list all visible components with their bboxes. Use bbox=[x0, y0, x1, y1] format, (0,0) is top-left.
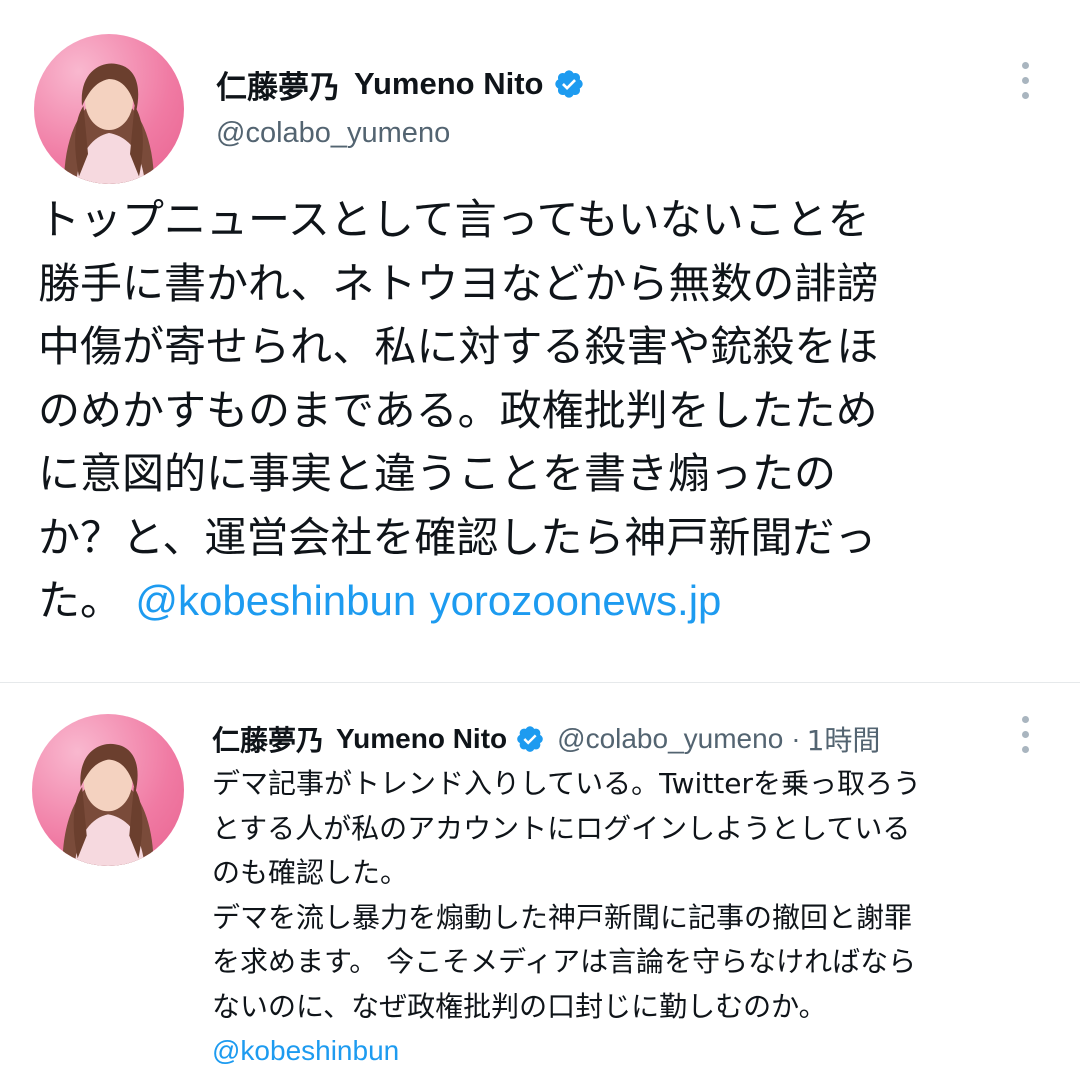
tweet-body-text: デマ記事がトレンド入りしている。Twitterを乗っ取ろう とする人が私のアカウ… bbox=[212, 767, 922, 1023]
author-handle[interactable]: @colabo_yumeno bbox=[216, 117, 450, 150]
author-name-en[interactable]: Yumeno Nito bbox=[336, 723, 507, 755]
more-options-icon[interactable] bbox=[1020, 716, 1030, 753]
avatar[interactable] bbox=[32, 714, 184, 866]
divider bbox=[0, 682, 1080, 683]
author-name-en: Yumeno Nito bbox=[354, 66, 544, 101]
verified-badge-icon bbox=[553, 68, 585, 100]
author-handle[interactable]: @colabo_yumeno bbox=[557, 723, 783, 755]
time-separator: · bbox=[791, 723, 801, 754]
tweet-body: デマ記事がトレンド入りしている。Twitterを乗っ取ろう とする人が私のアカウ… bbox=[212, 762, 1062, 1074]
author-name-ja[interactable]: 仁藤夢乃 bbox=[212, 719, 324, 759]
timestamp[interactable]: 1時間 bbox=[807, 719, 881, 759]
tweet-body-text: トップニュースとして言ってもいないことを 勝手に書かれ、ネトウヨなどから無数の誹… bbox=[38, 195, 879, 625]
avatar[interactable] bbox=[34, 34, 184, 184]
article-link[interactable]: yorozoonews.jp bbox=[430, 577, 722, 624]
more-options-icon[interactable] bbox=[1020, 62, 1030, 99]
author-name-ja: 仁藤夢乃 bbox=[216, 69, 340, 106]
author-name[interactable]: 仁藤夢乃 Yumeno Nito bbox=[216, 62, 585, 106]
verified-badge-icon bbox=[515, 724, 545, 754]
mention-link[interactable]: @kobeshinbun bbox=[212, 1035, 399, 1066]
profile-photo-icon bbox=[62, 743, 154, 866]
reply-header: 仁藤夢乃 Yumeno Nito @colabo_yumeno · 1時間 bbox=[212, 718, 880, 760]
mention-link[interactable]: @kobeshinbun bbox=[135, 577, 416, 624]
tweet-body: トップニュースとして言ってもいないことを 勝手に書かれ、ネトウヨなどから無数の誹… bbox=[38, 188, 1038, 633]
profile-photo-icon bbox=[64, 63, 154, 184]
